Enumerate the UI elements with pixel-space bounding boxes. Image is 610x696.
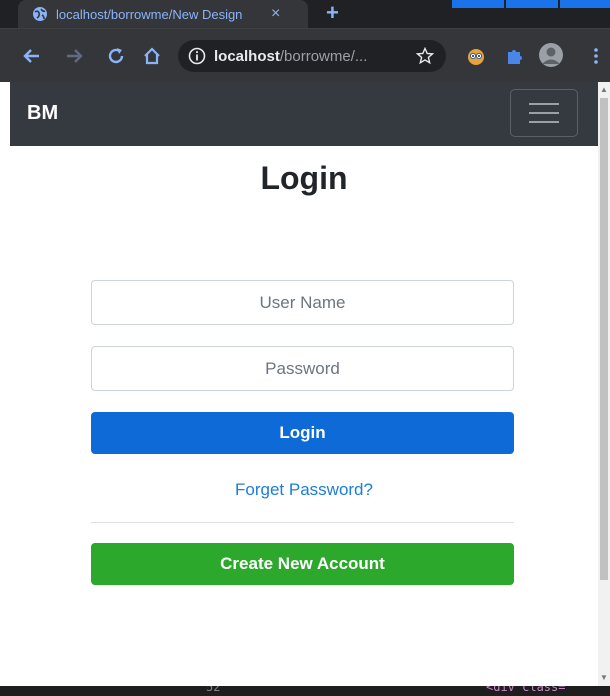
divider — [91, 522, 514, 523]
page-scrollbar[interactable]: ▲ ▼ — [598, 82, 610, 686]
profile-avatar[interactable] — [538, 42, 564, 68]
home-icon[interactable] — [142, 46, 162, 66]
address-bar[interactable]: localhost/borrowme/... — [178, 40, 446, 72]
forgot-password-link[interactable]: Forget Password? — [10, 480, 598, 500]
window-strip-segment — [506, 0, 558, 8]
password-input[interactable] — [91, 346, 514, 391]
reload-icon[interactable] — [106, 46, 126, 66]
forward-icon[interactable] — [64, 46, 84, 66]
extension-icon[interactable] — [466, 46, 486, 66]
login-button[interactable]: Login — [91, 412, 514, 454]
navbar-brand[interactable]: BM — [27, 102, 58, 125]
puzzle-icon[interactable] — [504, 46, 524, 66]
browser-toolbar: localhost/borrowme/... — [0, 28, 610, 82]
editor-code-snippet: <div class= — [486, 686, 566, 694]
window-strip-segment — [560, 0, 610, 8]
navbar-toggler-button[interactable] — [510, 89, 578, 137]
scroll-up-arrow[interactable]: ▲ — [600, 86, 608, 94]
navbar: BM — [10, 82, 598, 146]
star-icon[interactable] — [416, 47, 434, 65]
page-title: Login — [260, 160, 348, 196]
more-menu-icon[interactable] — [586, 46, 606, 66]
window-strip-segment — [452, 0, 504, 8]
username-input[interactable] — [91, 280, 514, 325]
new-tab-button[interactable]: + — [326, 2, 339, 24]
background-editor-strip: 52 <div class= — [0, 686, 610, 696]
browser-tab[interactable]: localhost/borrowme/New Design × — [18, 0, 308, 28]
url-host: localhost — [214, 47, 280, 65]
create-account-button[interactable]: Create New Account — [91, 543, 514, 585]
info-icon[interactable] — [188, 47, 206, 65]
scrollbar-thumb[interactable] — [600, 98, 608, 580]
scroll-down-arrow[interactable]: ▼ — [600, 674, 608, 682]
tab-title: localhost/borrowme/New Design — [56, 6, 243, 22]
tab-strip: localhost/borrowme/New Design × + — [0, 0, 610, 28]
url-path: /borrowme/... — [279, 47, 368, 65]
back-icon[interactable] — [22, 46, 42, 66]
globe-icon — [33, 7, 47, 21]
editor-line-number: 52 — [206, 686, 221, 694]
url-text: localhost/borrowme/... — [214, 48, 406, 65]
tab-close-button[interactable]: × — [271, 6, 280, 22]
page-viewport: BM Login Login Forget Password? Create N… — [10, 82, 598, 686]
